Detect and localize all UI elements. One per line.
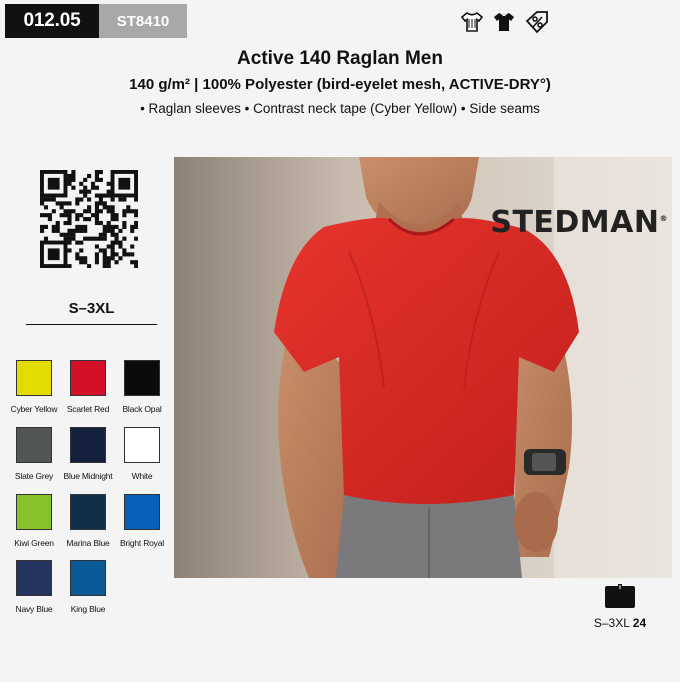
swatch-box (70, 560, 106, 596)
registered-mark: ® (659, 214, 668, 223)
tshirt-filled-icon (492, 11, 516, 33)
swatch-label: Marina Blue (66, 538, 110, 548)
swatch-label: White (131, 471, 153, 481)
color-swatch-bright-royal[interactable]: Bright Royal (115, 494, 169, 548)
swatch-label: King Blue (70, 604, 106, 614)
sku-badge: ST8410 (99, 4, 187, 38)
fit-size-info: S–3XL 24 (580, 584, 660, 630)
percent-tag-icon (524, 10, 550, 34)
care-icons (460, 10, 550, 34)
product-subtitle: 140 g/m² | 100% Polyester (bird-eyelet m… (129, 76, 551, 93)
product-code-header: 012.05 ST8410 (5, 4, 187, 38)
color-swatch-white[interactable]: White (115, 427, 169, 481)
swatch-label: Blue Midnight (63, 471, 113, 481)
fit-count: 24 (632, 616, 647, 630)
swatch-box (16, 560, 52, 596)
brand-name: STEDMAN (490, 205, 660, 240)
swatch-box (124, 360, 160, 396)
swatch-box (70, 494, 106, 530)
swatch-box (70, 360, 106, 396)
color-swatch-king-blue[interactable]: King Blue (61, 560, 115, 614)
swatch-box (124, 427, 160, 463)
color-swatch-kiwi-green[interactable]: Kiwi Green (7, 494, 61, 548)
swatch-box (16, 427, 52, 463)
catalog-number: 012.05 (5, 4, 99, 38)
swatch-label: Black Opal (122, 404, 162, 414)
size-range: S–3XL (26, 300, 157, 325)
swatch-box (16, 360, 52, 396)
product-features: • Raglan sleeves • Contrast neck tape (C… (140, 101, 540, 116)
swatch-box (16, 494, 52, 530)
fit-text: S–3XL 24 (580, 616, 660, 630)
color-swatch-navy-blue[interactable]: Navy Blue (7, 560, 61, 614)
color-swatch-black-opal[interactable]: Black Opal (115, 360, 169, 414)
swatch-label: Slate Grey (14, 471, 54, 481)
qr-code[interactable] (40, 170, 139, 269)
color-swatch-blue-midnight[interactable]: Blue Midnight (61, 427, 115, 481)
swatch-label: Navy Blue (15, 604, 53, 614)
swatch-label: Cyber Yellow (10, 404, 58, 414)
color-swatch-marina-blue[interactable]: Marina Blue (61, 494, 115, 548)
swatch-box (124, 494, 160, 530)
color-swatch-cyber-yellow[interactable]: Cyber Yellow (7, 360, 61, 414)
swatch-label: Kiwi Green (14, 538, 54, 548)
fit-size-range: S–3XL (593, 616, 630, 630)
brand-logo: STEDMAN® (490, 205, 668, 240)
tshirt-fit-icon (605, 584, 635, 608)
product-title: Active 140 Raglan Men (237, 48, 443, 69)
product-photo: STEDMAN® (174, 157, 672, 578)
swatch-box (70, 427, 106, 463)
color-swatch-scarlet-red[interactable]: Scarlet Red (61, 360, 115, 414)
color-swatch-slate-grey[interactable]: Slate Grey (7, 427, 61, 481)
swatch-label: Bright Royal (120, 538, 164, 548)
tshirt-outline-icon (460, 11, 484, 33)
swatch-label: Scarlet Red (66, 404, 110, 414)
